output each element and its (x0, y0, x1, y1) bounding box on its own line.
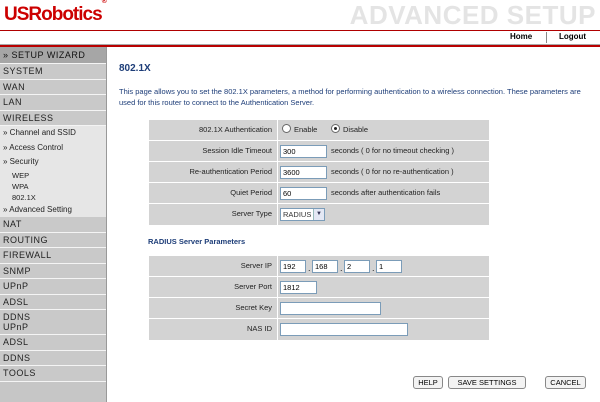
page-description: This page allows you to set the 802.1X p… (119, 87, 581, 107)
ip-separator: . (372, 263, 375, 273)
idle-timeout-label: Session Idle Timeout (202, 146, 272, 155)
server-type-select[interactable]: RADIUS ▼ (280, 208, 325, 221)
save-settings-button[interactable]: SAVE SETTINGS (448, 376, 526, 389)
enable-radio-label[interactable]: Enable (294, 125, 317, 134)
wireless-submenu: » Channel and SSID » Access Control » Se… (0, 126, 106, 217)
sidebar-item-system[interactable]: SYSTEM (0, 64, 106, 80)
reauth-period-label: Re-authentication Period (189, 167, 272, 176)
sidebar-item-wpa[interactable]: WPA (0, 181, 106, 192)
sidebar-item-ddns[interactable]: DDNS (0, 350, 106, 366)
sidebar-item-access-control[interactable]: » Access Control (0, 141, 106, 156)
ip-separator: . (308, 263, 311, 273)
server-type-row: Server Type RADIUS ▼ (149, 204, 489, 225)
enable-radio[interactable] (282, 124, 291, 133)
sidebar: » SETUP WIZARD SYSTEM WAN LAN WIRELESS »… (0, 47, 107, 402)
sidebar-item-wep[interactable]: WEP (0, 170, 106, 181)
nav-divider (546, 32, 547, 43)
server-ip-octet-1[interactable]: 192 (280, 260, 306, 273)
nas-id-input[interactable] (280, 323, 408, 336)
ip-separator: . (340, 263, 343, 273)
sidebar-item-snmp[interactable]: SNMP (0, 263, 106, 279)
server-ip-row: Server IP 192 . 168 . 2 . 1 (149, 256, 489, 277)
sidebar-item-ddns-label: DDNS (3, 312, 31, 322)
radius-settings-table: Server IP 192 . 168 . 2 . 1 Server Port … (149, 256, 489, 340)
page-banner: ADVANCED SETUP (349, 0, 596, 30)
sidebar-item-tools[interactable]: TOOLS (0, 366, 106, 382)
disable-radio-label[interactable]: Disable (343, 125, 368, 134)
auth-row: 802.1X Authentication Enable Disable (149, 120, 489, 141)
server-ip-label: Server IP (240, 261, 272, 270)
sidebar-item-upnp-label: UPnP (3, 322, 29, 332)
server-type-value: RADIUS (283, 210, 312, 219)
sidebar-item-firewall[interactable]: FIREWALL (0, 248, 106, 264)
sidebar-item-ddns-upnp[interactable]: DDNS UPnP (0, 310, 106, 335)
sidebar-item-setup-wizard[interactable]: » SETUP WIZARD (0, 47, 106, 64)
sidebar-item-wireless[interactable]: WIRELESS (0, 110, 106, 126)
auth-settings-table: 802.1X Authentication Enable Disable Ses… (149, 120, 489, 225)
idle-timeout-input[interactable]: 300 (280, 145, 327, 158)
server-ip-octet-3[interactable]: 2 (344, 260, 370, 273)
server-port-label: Server Port (234, 282, 272, 291)
nas-id-label: NAS ID (246, 324, 272, 333)
help-button[interactable]: HELP (413, 376, 443, 389)
sidebar-item-adsl-2[interactable]: ADSL (0, 335, 106, 351)
sidebar-item-channel-ssid[interactable]: » Channel and SSID (0, 126, 106, 141)
disable-radio[interactable] (331, 124, 340, 133)
secret-key-input[interactable] (280, 302, 381, 315)
server-ip-octet-4[interactable]: 1 (376, 260, 402, 273)
reauth-period-row: Re-authentication Period 3600 seconds ( … (149, 162, 489, 183)
reauth-period-note: seconds ( 0 for no re-authentication ) (331, 167, 454, 176)
sidebar-item-nat[interactable]: NAT (0, 217, 106, 233)
radius-section-title: RADIUS Server Parameters (148, 237, 246, 246)
usrobotics-logo: USRobotics® (4, 0, 107, 25)
sidebar-item-lan[interactable]: LAN (0, 95, 106, 111)
server-port-row: Server Port 1812 (149, 277, 489, 298)
nas-id-row: NAS ID (149, 319, 489, 340)
server-port-input[interactable]: 1812 (280, 281, 317, 294)
secret-key-label: Secret Key (235, 303, 272, 312)
secret-key-row: Secret Key (149, 298, 489, 319)
server-type-label: Server Type (231, 209, 272, 218)
sidebar-item-advanced-setting[interactable]: » Advanced Setting (0, 203, 106, 218)
auth-label: 802.1X Authentication (199, 125, 272, 134)
top-nav: Home Logout (0, 31, 600, 45)
main-content: 802.1X This page allows you to set the 8… (108, 47, 600, 402)
sidebar-item-security[interactable]: » Security (0, 155, 106, 170)
quiet-period-note: seconds after authentication fails (331, 188, 441, 197)
header: USRobotics® ADVANCED SETUP (0, 0, 600, 31)
sidebar-item-upnp[interactable]: UPnP (0, 279, 106, 295)
sidebar-item-adsl[interactable]: ADSL (0, 294, 106, 310)
idle-timeout-note: seconds ( 0 for no timeout checking ) (331, 146, 454, 155)
page-title: 802.1X (119, 63, 151, 74)
sidebar-item-8021x[interactable]: 802.1X (0, 192, 106, 203)
idle-timeout-row: Session Idle Timeout 300 seconds ( 0 for… (149, 141, 489, 162)
cancel-button[interactable]: CANCEL (545, 376, 586, 389)
quiet-period-label: Quiet Period (230, 188, 272, 197)
chevron-down-icon: ▼ (313, 209, 324, 220)
sidebar-item-routing[interactable]: ROUTING (0, 232, 106, 248)
logout-link[interactable]: Logout (559, 32, 586, 41)
home-link[interactable]: Home (510, 32, 532, 41)
sidebar-item-wan[interactable]: WAN (0, 79, 106, 95)
quiet-period-input[interactable]: 60 (280, 187, 327, 200)
server-ip-octet-2[interactable]: 168 (312, 260, 338, 273)
quiet-period-row: Quiet Period 60 seconds after authentica… (149, 183, 489, 204)
reauth-period-input[interactable]: 3600 (280, 166, 327, 179)
